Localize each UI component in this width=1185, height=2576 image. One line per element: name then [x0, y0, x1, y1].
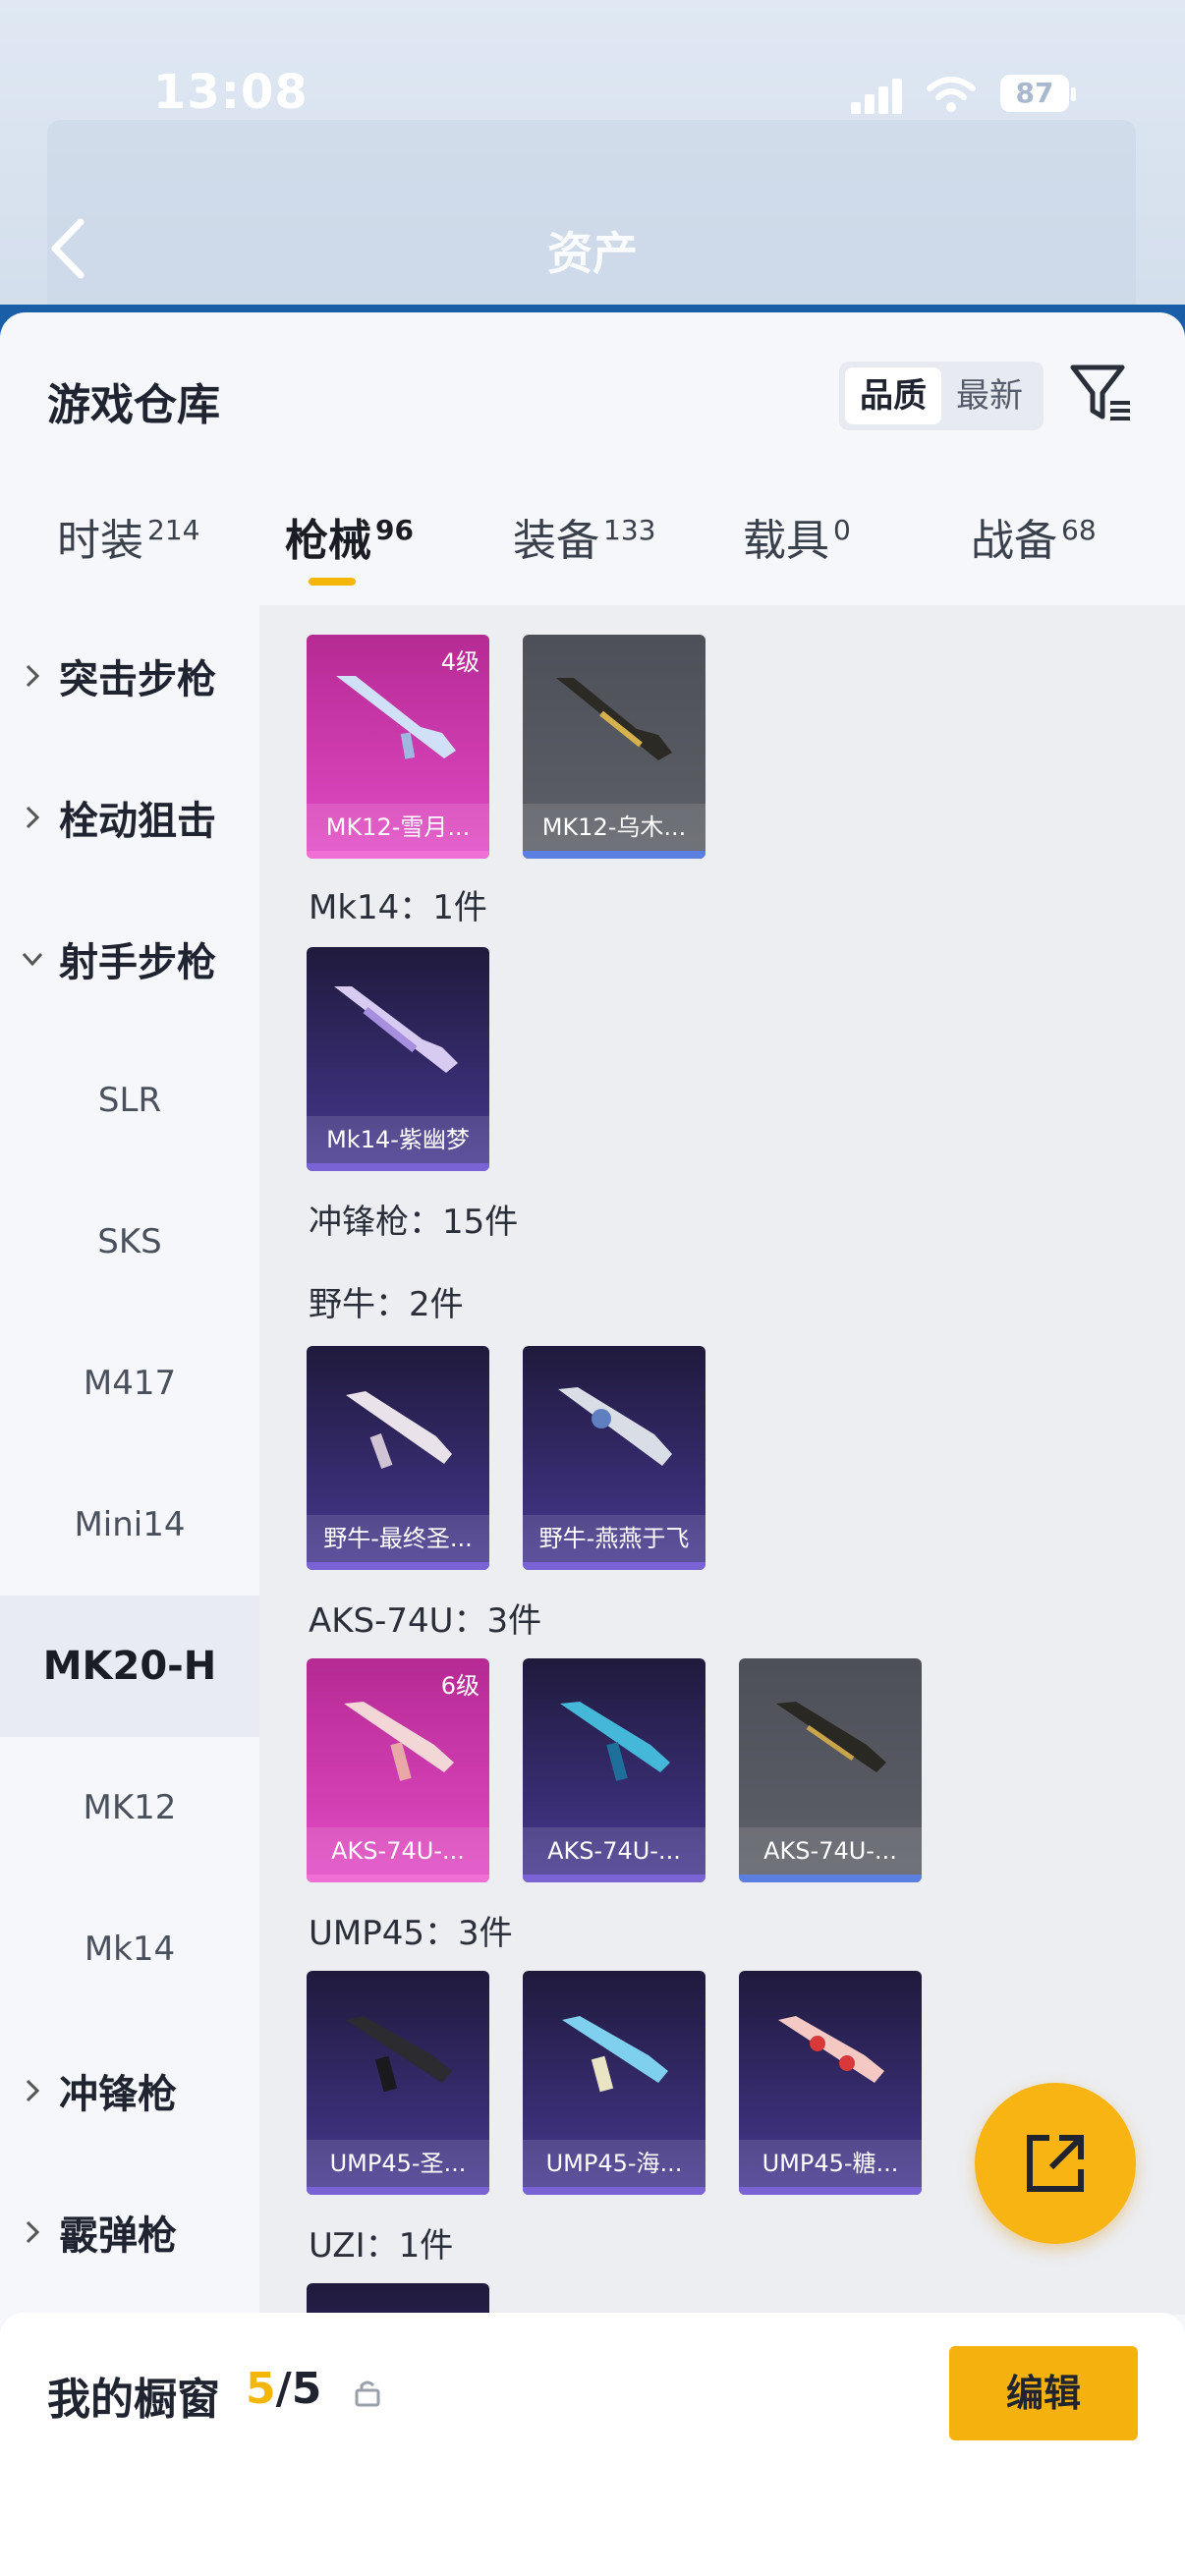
weapon-name: AKS-74U-...	[739, 1827, 922, 1875]
sidebar-item-marksman-rifle[interactable]: 射手步枪	[0, 888, 259, 1030]
smg-image	[778, 2016, 884, 2083]
sort-latest-button[interactable]: 最新	[941, 367, 1038, 424]
sidebar-item-shotgun[interactable]: 霰弹枪	[0, 2161, 259, 2303]
section-title-smg: 冲锋枪：15件	[309, 1203, 519, 1242]
sidebar-item-mk14[interactable]: Mk14	[0, 1878, 259, 2020]
tab-costume[interactable]: 时装 214	[57, 505, 199, 568]
tab-gear[interactable]: 战备 68	[971, 505, 1097, 568]
showcase-bar: 我的橱窗 5/5 编辑	[0, 2313, 1185, 2576]
share-icon	[1027, 2135, 1084, 2192]
section-title-mk14: Mk14：1件	[309, 888, 487, 927]
wifi-icon	[927, 77, 976, 112]
status-time: 13:08	[153, 65, 309, 120]
rarity-bar	[523, 851, 705, 859]
sidebar-item-sks[interactable]: SKS	[0, 1171, 259, 1313]
screen: 13:08 87 资产 游戏仓库 品质 最新 时装 214 枪械 96 装备 133	[0, 0, 1185, 2576]
tab-vehicles[interactable]: 载具 0	[743, 505, 851, 568]
weapon-name: 野牛-最终圣...	[307, 1515, 489, 1562]
section-title-uzi: UZI：1件	[309, 2226, 454, 2266]
smg-image	[346, 2016, 452, 2093]
weapon-name: UMP45-糖...	[739, 2140, 922, 2187]
chevron-down-icon	[22, 952, 43, 967]
rarity-bar	[307, 1163, 489, 1171]
weapon-card[interactable]: UMP45-圣...	[307, 1971, 489, 2195]
rarity-bar	[523, 1562, 705, 1570]
rifle-image	[560, 1702, 670, 1781]
sort-toggle: 品质 最新	[839, 362, 1044, 430]
rarity-bar	[307, 851, 489, 859]
sidebar-item-mk20h[interactable]: MK20-H	[0, 1596, 259, 1737]
sidebar-item-mk12[interactable]: MK12	[0, 1737, 259, 1878]
lock-icon	[355, 2380, 380, 2407]
filter-icon[interactable]	[1069, 362, 1134, 426]
sidebar-item-smg[interactable]: 冲锋枪	[0, 2020, 259, 2161]
section-title-aks74u: AKS-74U：3件	[309, 1601, 542, 1641]
tab-equipment[interactable]: 装备 133	[513, 505, 655, 568]
weapon-card[interactable]	[307, 2283, 489, 2315]
rarity-bar	[739, 1875, 922, 1882]
weapon-name: UMP45-海...	[523, 2140, 705, 2187]
status-bar: 13:08 87	[0, 59, 1185, 128]
showcase-label: 我的橱窗	[47, 2375, 220, 2425]
chevron-right-icon	[26, 806, 40, 829]
sheet-title: 游戏仓库	[47, 380, 220, 430]
rifle-image	[334, 986, 458, 1073]
share-button[interactable]	[975, 2083, 1136, 2244]
sort-quality-button[interactable]: 品质	[845, 367, 941, 424]
signal-icon	[851, 79, 908, 114]
rifle-image	[336, 676, 456, 759]
rarity-bar	[307, 1875, 489, 1882]
rarity-bar	[523, 1875, 705, 1882]
active-tab-indicator	[309, 578, 356, 586]
rarity-bar	[739, 2187, 922, 2195]
weapon-name: AKS-74U-...	[523, 1827, 705, 1875]
sidebar-item-assault-rifle[interactable]: 突击步枪	[0, 605, 259, 747]
tab-guns[interactable]: 枪械 96	[285, 505, 414, 568]
weapon-card[interactable]: 6级 AKS-74U-...	[307, 1658, 489, 1882]
weapon-card[interactable]: UMP45-糖...	[739, 1971, 922, 2195]
warehouse-sheet: 游戏仓库 品质 最新 时装 214 枪械 96 装备 133 载具 0 战备 68 突击步…	[0, 312, 1185, 2576]
weapon-card[interactable]: AKS-74U-...	[739, 1658, 922, 1882]
weapon-name: UMP45-圣...	[307, 2140, 489, 2187]
weapon-card[interactable]: Mk14-紫幽梦	[307, 947, 489, 1171]
weapon-card[interactable]: MK12-乌木...	[523, 635, 705, 859]
weapon-card[interactable]: UMP45-海...	[523, 1971, 705, 2195]
rifle-image	[344, 1702, 454, 1781]
weapon-card[interactable]: 野牛-燕燕于飞	[523, 1346, 705, 1570]
sidebar-item-m417[interactable]: M417	[0, 1313, 259, 1454]
sidebar-item-slr[interactable]: SLR	[0, 1030, 259, 1171]
showcase-count: 5/5	[246, 2364, 322, 2414]
battery-indicator: 87	[1000, 75, 1076, 112]
rifle-image	[556, 678, 672, 760]
page-title: 资产	[547, 227, 638, 280]
smg-image	[558, 1387, 672, 1466]
weapon-card[interactable]: 4级 MK12-雪月...	[307, 635, 489, 859]
weapon-name: MK12-雪月...	[307, 804, 489, 851]
chevron-right-icon	[26, 664, 40, 688]
rarity-bar	[307, 1562, 489, 1570]
smg-image	[562, 2016, 668, 2093]
weapon-name: AKS-74U-...	[307, 1827, 489, 1875]
rarity-bar	[307, 2187, 489, 2195]
weapon-name: Mk14-紫幽梦	[307, 1116, 489, 1163]
weapon-card[interactable]: 野牛-最终圣...	[307, 1346, 489, 1570]
sidebar-item-mini14[interactable]: Mini14	[0, 1454, 259, 1596]
weapon-list: 4级 MK12-雪月... MK12-乌木... Mk14：1件 Mk14-紫幽…	[259, 605, 1185, 2315]
chevron-right-icon	[26, 2079, 40, 2102]
weapon-sidebar: 突击步枪 栓动狙击 射手步枪 SLR SKS M417 Mini14 MK20-…	[0, 605, 259, 2315]
weapon-card[interactable]: AKS-74U-...	[523, 1658, 705, 1882]
weapon-name: MK12-乌木...	[523, 804, 705, 851]
sidebar-item-bolt-sniper[interactable]: 栓动狙击	[0, 747, 259, 888]
chevron-right-icon	[26, 2220, 40, 2244]
section-title-ump45: UMP45：3件	[309, 1914, 513, 1953]
category-tabs: 时装 214 枪械 96 装备 133 载具 0 战备 68	[0, 505, 1185, 584]
rarity-bar	[523, 2187, 705, 2195]
edit-button[interactable]: 编辑	[949, 2346, 1138, 2440]
weapon-name: 野牛-燕燕于飞	[523, 1515, 705, 1562]
section-title-bison: 野牛：2件	[309, 1285, 464, 1324]
smg-image	[346, 1391, 452, 1470]
rifle-image	[776, 1702, 886, 1772]
